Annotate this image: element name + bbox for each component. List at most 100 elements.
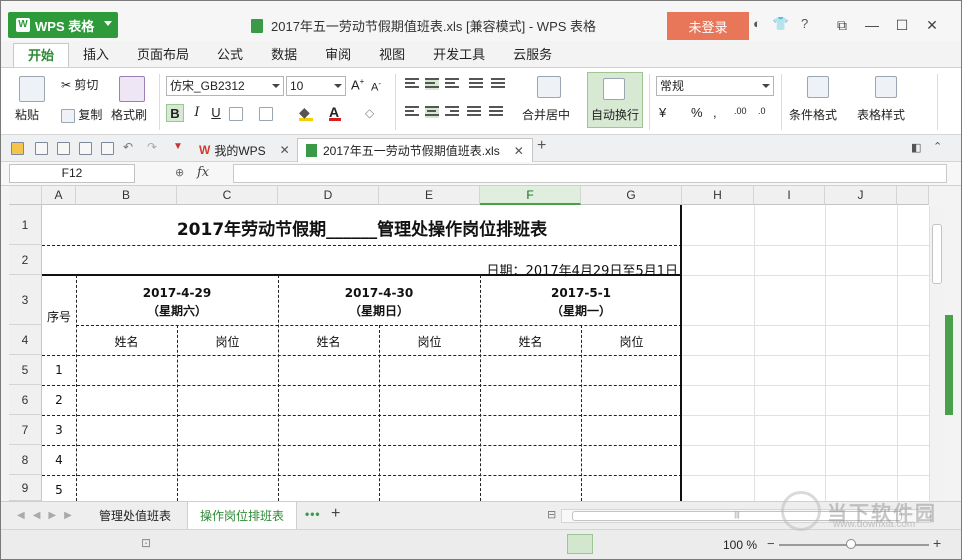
zoom-slider-knob[interactable] — [846, 539, 856, 549]
tab-data[interactable]: 数据 — [257, 43, 311, 67]
column-header-j[interactable]: J — [825, 186, 897, 205]
cut-button[interactable]: ✂ 剪切 — [61, 76, 98, 93]
zoom-out-icon[interactable]: − — [767, 536, 775, 551]
help-icon[interactable]: ? — [801, 16, 808, 32]
column-header-d[interactable]: D — [278, 186, 379, 205]
normal-view-button[interactable] — [567, 534, 593, 554]
save-icon[interactable] — [35, 142, 48, 155]
format-painter-button[interactable] — [119, 76, 145, 102]
align-right-icon[interactable] — [445, 106, 459, 118]
conditional-format-label[interactable]: 条件格式 — [789, 106, 837, 123]
new-tab-icon[interactable]: + — [537, 137, 546, 155]
tab-cloud[interactable]: 云服务 — [499, 43, 566, 67]
sheet-tab-duty-roster[interactable]: 管理处值班表 — [87, 502, 183, 530]
shirt-icon[interactable]: 👕 — [773, 16, 789, 32]
distributed-icon[interactable] — [489, 106, 503, 118]
row-header-6[interactable]: 6 — [9, 385, 42, 415]
sheet-nav-arrows-icon[interactable]: ◀◀▶▶ — [17, 510, 80, 521]
column-header-g[interactable]: G — [581, 186, 682, 205]
paste-button[interactable] — [19, 76, 45, 102]
cell-style-button[interactable] — [259, 106, 273, 121]
export-pdf-icon[interactable] — [57, 142, 70, 155]
zoom-lens-icon[interactable]: ⊕ — [175, 166, 184, 179]
row-header-9[interactable]: 9 — [9, 475, 42, 501]
macro-record-icon[interactable]: ⊡ — [141, 536, 151, 550]
table-style-label[interactable]: 表格样式 — [857, 106, 905, 123]
thousands-button[interactable]: , — [713, 105, 717, 120]
decrease-decimal-button[interactable]: .0 — [758, 106, 766, 116]
tab-developer[interactable]: 开发工具 — [419, 43, 499, 67]
skin-icon[interactable]: ◐ — [753, 16, 761, 32]
table-style-button[interactable] — [875, 76, 897, 98]
row-header-3[interactable]: 3 — [9, 275, 42, 325]
zoom-slider[interactable] — [779, 539, 929, 549]
tab-review[interactable]: 审阅 — [311, 43, 365, 67]
reading-mode-button[interactable] — [683, 534, 709, 554]
align-middle-icon[interactable] — [425, 78, 439, 90]
close-icon[interactable]: ✕ — [917, 13, 947, 37]
column-header-h[interactable]: H — [682, 186, 754, 205]
grow-font-button[interactable]: A+ — [351, 77, 364, 92]
conditional-format-button[interactable] — [807, 76, 829, 98]
underline-button[interactable]: U — [207, 104, 225, 122]
indent-increase-icon[interactable] — [491, 78, 505, 90]
redo-icon[interactable]: ↷ — [147, 140, 157, 154]
side-panel-toggle[interactable] — [945, 315, 953, 415]
row-header-4[interactable]: 4 — [9, 325, 42, 355]
merge-center-button[interactable] — [537, 76, 561, 98]
row-header-2[interactable]: 2 — [9, 245, 42, 275]
row-header-7[interactable]: 7 — [9, 415, 42, 445]
clear-format-button[interactable]: ◇ — [365, 106, 374, 120]
row-header-8[interactable]: 8 — [9, 445, 42, 475]
italic-button[interactable]: I — [188, 104, 206, 122]
formula-input[interactable] — [233, 164, 947, 183]
column-header-e[interactable]: E — [379, 186, 480, 205]
wrap-text-label[interactable]: 自动换行 — [591, 106, 639, 123]
name-box[interactable]: F12 — [9, 164, 135, 183]
app-menu-button[interactable]: W WPS 表格 — [8, 12, 118, 38]
page-layout-view-button[interactable] — [641, 534, 667, 554]
customize-icon[interactable]: ▼ — [173, 141, 183, 152]
print-preview-icon[interactable] — [101, 142, 114, 155]
paste-label[interactable]: 粘贴 — [15, 106, 39, 123]
percent-button[interactable]: % — [691, 105, 703, 120]
tab-view[interactable]: 视图 — [365, 43, 419, 67]
align-bottom-icon[interactable] — [445, 78, 459, 90]
column-header-a[interactable]: A — [42, 186, 76, 205]
open-folder-icon[interactable] — [11, 142, 24, 155]
tab-formulas[interactable]: 公式 — [203, 43, 257, 67]
merge-center-label[interactable]: 合并居中 — [522, 106, 570, 123]
zoom-in-icon[interactable]: + — [933, 535, 941, 551]
justify-icon[interactable] — [467, 106, 481, 118]
font-color-button[interactable]: A — [329, 104, 341, 121]
add-sheet-icon[interactable]: + — [331, 505, 340, 523]
format-painter-label[interactable]: 格式刷 — [111, 106, 147, 123]
copy-button[interactable]: 复制 — [61, 106, 102, 123]
shrink-font-button[interactable]: A- — [371, 79, 381, 94]
border-button[interactable] — [229, 106, 243, 121]
tab-home[interactable]: 开始 — [13, 43, 70, 67]
select-all-corner[interactable] — [9, 186, 42, 205]
function-wizard-icon[interactable]: fx — [197, 165, 209, 180]
tab-insert[interactable]: 插入 — [69, 43, 123, 67]
column-header-i[interactable]: I — [754, 186, 825, 205]
column-header-b[interactable]: B — [76, 186, 177, 205]
column-header-f[interactable]: F — [480, 186, 581, 205]
spreadsheet-grid[interactable]: A B C D E F G H I J 1 2 3 4 5 6 7 8 9 20… — [9, 186, 929, 501]
font-name-select[interactable]: 仿宋_GB2312 — [166, 76, 284, 96]
login-button[interactable]: 未登录 — [667, 12, 749, 40]
vertical-scrollbar[interactable] — [929, 206, 943, 501]
close-icon[interactable]: ✕ — [280, 143, 290, 157]
page-break-view-button[interactable] — [601, 534, 627, 554]
restore-view-icon[interactable]: ⧉ — [827, 13, 857, 37]
zoom-level[interactable]: 100 % — [723, 538, 757, 552]
sheet-tab-post-schedule[interactable]: 操作岗位排班表 — [187, 502, 298, 530]
indent-decrease-icon[interactable] — [469, 78, 483, 90]
align-left-icon[interactable] — [405, 106, 419, 118]
maximize-icon[interactable]: ☐ — [887, 13, 917, 37]
minimize-icon[interactable]: — — [857, 13, 887, 37]
fill-color-button[interactable]: ◆ — [299, 104, 313, 121]
more-sheets-icon[interactable]: ••• — [305, 507, 321, 521]
close-icon[interactable]: ✕ — [514, 144, 524, 158]
collapse-icon[interactable]: ⌃ — [933, 140, 942, 153]
